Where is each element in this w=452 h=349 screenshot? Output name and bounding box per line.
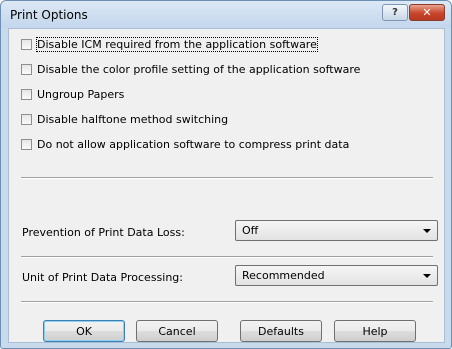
help-button[interactable]: Help: [334, 320, 416, 342]
disable-color-profile-option[interactable]: Disable the color profile setting of the…: [21, 61, 360, 77]
title-bar: Print Options ? ✕: [1, 1, 451, 28]
ok-button[interactable]: OK: [43, 320, 125, 342]
close-icon[interactable]: ✕: [409, 4, 445, 21]
disable-halftone-checkbox[interactable]: [21, 113, 32, 125]
processing-value: Recommended: [242, 269, 325, 282]
separator: [21, 256, 433, 258]
disable-icm-option[interactable]: Disable ICM required from the applicatio…: [21, 36, 318, 52]
no-compress-option[interactable]: Do not allow application software to com…: [21, 136, 349, 152]
processing-select[interactable]: Recommended: [235, 265, 438, 286]
print-options-dialog: Print Options ? ✕ Disable ICM required f…: [0, 0, 452, 349]
separator: [21, 177, 433, 179]
disable-color-profile-label: Disable the color profile setting of the…: [37, 62, 361, 76]
ungroup-papers-option[interactable]: Ungroup Papers: [21, 86, 124, 102]
disable-halftone-label: Disable halftone method switching: [37, 112, 229, 126]
window-title: Print Options: [10, 8, 88, 22]
dialog-body: Disable ICM required from the applicatio…: [8, 28, 445, 343]
ungroup-papers-label: Ungroup Papers: [37, 87, 125, 101]
no-compress-checkbox[interactable]: [21, 138, 32, 150]
disable-color-profile-checkbox[interactable]: [21, 63, 32, 75]
help-icon[interactable]: ?: [382, 4, 408, 21]
defaults-button[interactable]: Defaults: [240, 320, 322, 342]
data-loss-value: Off: [242, 224, 259, 237]
separator: [21, 301, 433, 303]
processing-label: Unit of Print Data Processing:: [22, 271, 183, 284]
cancel-button[interactable]: Cancel: [136, 320, 218, 342]
chevron-down-icon: [423, 229, 431, 233]
ungroup-papers-checkbox[interactable]: [21, 88, 32, 100]
no-compress-label: Do not allow application software to com…: [37, 137, 350, 151]
chevron-down-icon: [423, 274, 431, 278]
disable-icm-label: Disable ICM required from the applicatio…: [36, 36, 318, 52]
disable-halftone-option[interactable]: Disable halftone method switching: [21, 111, 228, 127]
data-loss-label: Prevention of Print Data Loss:: [22, 226, 185, 239]
disable-icm-checkbox[interactable]: [21, 38, 32, 50]
data-loss-select[interactable]: Off: [235, 220, 438, 241]
